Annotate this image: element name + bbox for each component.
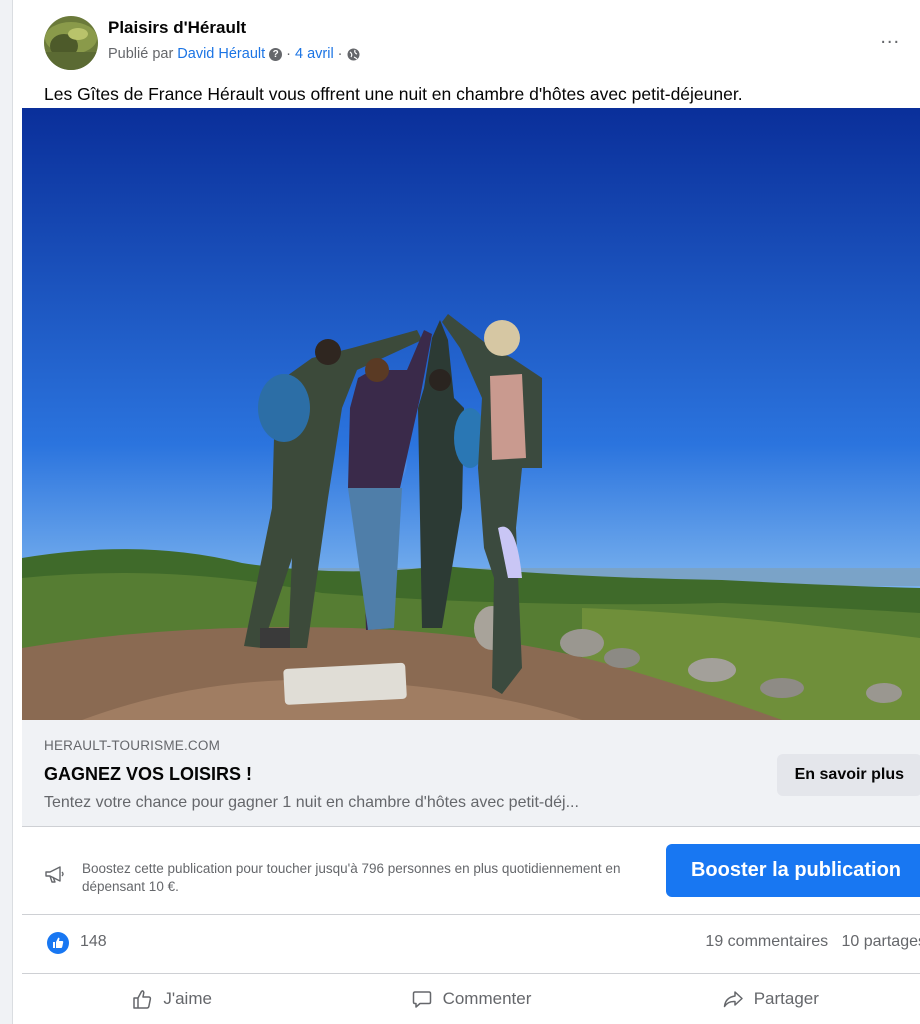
link-domain: HERAULT-TOURISME.COM bbox=[44, 738, 221, 753]
like-count[interactable]: 148 bbox=[80, 933, 107, 951]
action-bar: J'aime Commenter Partager bbox=[22, 974, 920, 1024]
question-icon[interactable]: ? bbox=[269, 47, 283, 61]
post-meta: Publié par David Hérault ? · 4 avril · bbox=[108, 46, 360, 62]
megaphone-icon bbox=[44, 866, 66, 884]
boost-description: Boostez cette publication pour toucher j… bbox=[82, 861, 621, 894]
more-options-button[interactable]: ... bbox=[880, 26, 900, 49]
page-name[interactable]: Plaisirs d'Hérault bbox=[108, 18, 246, 38]
share-icon bbox=[723, 991, 743, 1008]
left-rail bbox=[0, 0, 13, 1024]
separator: · bbox=[337, 46, 343, 62]
boost-post-button[interactable]: Booster la publication bbox=[666, 844, 920, 897]
like-reaction-icon[interactable] bbox=[47, 932, 69, 954]
like-button[interactable]: J'aime bbox=[22, 974, 321, 1024]
share-label: Partager bbox=[753, 989, 819, 1008]
thumbs-up-icon bbox=[133, 990, 152, 1009]
comment-button[interactable]: Commenter bbox=[321, 974, 620, 1024]
link-title[interactable]: GAGNEZ VOS LOISIRS ! bbox=[44, 764, 252, 785]
comment-icon bbox=[412, 991, 431, 1008]
separator: · bbox=[286, 46, 291, 62]
globe-icon bbox=[347, 48, 360, 61]
boost-section: Boostez cette publication pour toucher j… bbox=[22, 826, 920, 915]
date-link[interactable]: 4 avril bbox=[295, 46, 334, 62]
post-text: Les Gîtes de France Hérault vous offrent… bbox=[44, 84, 743, 104]
author-link[interactable]: David Hérault bbox=[177, 46, 265, 62]
share-button[interactable]: Partager bbox=[621, 974, 920, 1024]
link-preview[interactable]: HERAULT-TOURISME.COM GAGNEZ VOS LOISIRS … bbox=[22, 720, 920, 827]
page-avatar[interactable] bbox=[44, 16, 98, 70]
engagement-counts: 19 commentaires 10 partages bbox=[705, 933, 920, 951]
comments-count[interactable]: 19 commentaires bbox=[705, 933, 828, 950]
link-description: Tentez votre chance pour gagner 1 nuit e… bbox=[44, 794, 579, 811]
comment-label: Commenter bbox=[442, 989, 532, 1008]
learn-more-button[interactable]: En savoir plus bbox=[776, 754, 920, 796]
post-image[interactable] bbox=[22, 108, 920, 720]
reaction-stats: 148 19 commentaires 10 partages bbox=[22, 915, 920, 974]
like-label: J'aime bbox=[163, 989, 212, 1008]
post-card: Plaisirs d'Hérault Publié par David Héra… bbox=[22, 0, 920, 1024]
shares-count[interactable]: 10 partages bbox=[841, 933, 920, 950]
published-prefix: Publié par bbox=[108, 46, 174, 62]
